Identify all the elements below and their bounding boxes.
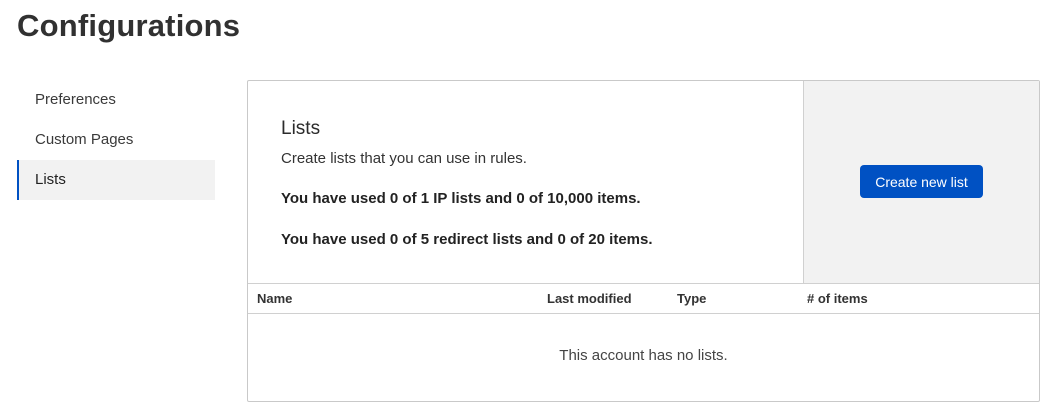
sidebar-item-lists[interactable]: Lists	[17, 160, 215, 200]
sidebar-item-custom-pages[interactable]: Custom Pages	[17, 120, 215, 160]
column-header-last-modified[interactable]: Last modified	[547, 284, 632, 313]
ip-lists-usage: You have used 0 of 1 IP lists and 0 of 1…	[281, 190, 641, 207]
column-header-item-count[interactable]: # of items	[807, 284, 868, 313]
sidebar-item-preferences[interactable]: Preferences	[17, 80, 215, 120]
create-new-list-button[interactable]: Create new list	[860, 165, 983, 198]
column-header-type[interactable]: Type	[677, 284, 706, 313]
section-title: Lists	[281, 118, 321, 139]
column-header-name[interactable]: Name	[257, 284, 292, 313]
page-title: Configurations	[17, 8, 241, 43]
lists-action-panel: Create new list	[804, 81, 1039, 283]
redirect-lists-usage: You have used 0 of 5 redirect lists and …	[281, 231, 653, 248]
lists-summary: Lists Create lists that you can use in r…	[248, 81, 1039, 284]
sidebar-nav: Preferences Custom Pages Lists	[17, 80, 215, 200]
configurations-page: Configurations Preferences Custom Pages …	[0, 0, 1049, 409]
empty-state-message: This account has no lists.	[559, 347, 728, 364]
section-description: Create lists that you can use in rules.	[281, 150, 527, 167]
lists-card: Lists Create lists that you can use in r…	[247, 80, 1040, 402]
lists-table-header: Name Last modified Type # of items	[248, 284, 1039, 314]
lists-info-panel: Lists Create lists that you can use in r…	[248, 81, 804, 283]
